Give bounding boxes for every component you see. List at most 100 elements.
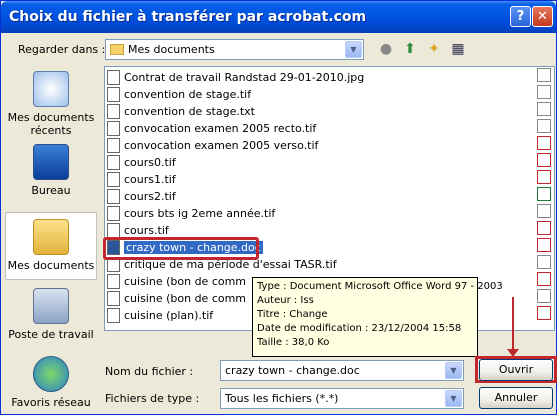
window-title: Choix du fichier à transférer par acroba… <box>9 9 367 25</box>
close-button[interactable]: ✕ <box>532 6 553 27</box>
image-file-icon <box>107 223 120 238</box>
look-in-value: Mes documents <box>128 43 215 56</box>
list-item[interactable]: cours1.tif <box>107 172 176 189</box>
file-name: cuisine (bon de comm <box>124 292 247 305</box>
image-file-icon <box>107 274 120 289</box>
pdf-file-icon[interactable] <box>537 153 551 167</box>
image-file-icon[interactable] <box>537 255 551 269</box>
up-folder-icon[interactable]: ⬆ <box>401 40 419 58</box>
image-file-icon <box>107 189 120 204</box>
image-file-icon <box>107 121 120 136</box>
list-item[interactable]: cuisine (bon de comm <box>107 291 246 308</box>
file-name: cours.tif <box>124 224 169 237</box>
word-file-icon[interactable] <box>537 102 551 116</box>
file-info-tooltip: Type : Document Microsoft Office Word 97… <box>252 277 503 357</box>
place-label: Mes documents <box>7 259 95 272</box>
cancel-button[interactable]: Annuler <box>479 387 553 409</box>
tooltip-type: Type : Document Microsoft Office Word 97… <box>257 281 503 292</box>
place-label: Poste de travail <box>8 328 94 341</box>
file-name: cours1.tif <box>124 173 176 186</box>
image-file-icon <box>107 172 120 187</box>
list-item[interactable]: cours bts ig 2eme année.tif <box>107 206 275 223</box>
excel-file-icon[interactable] <box>537 187 551 201</box>
filetype-value: Tous les fichiers (*.*) <box>225 392 339 405</box>
place-label: Mes documents récents <box>7 111 95 137</box>
desktop-icon <box>33 144 69 180</box>
chevron-down-icon[interactable]: ▼ <box>445 390 462 407</box>
file-name: convocation examen 2005 verso.tif <box>124 139 319 152</box>
image-file-icon[interactable] <box>537 204 551 218</box>
list-item[interactable]: cuisine (bon de comm <box>107 274 246 291</box>
filetype-label: Fichiers de type : <box>105 392 200 405</box>
chevron-down-icon[interactable]: ▼ <box>345 41 362 58</box>
file-name: convention de stage.tif <box>124 88 252 101</box>
my-documents-icon <box>33 219 69 255</box>
title-bar[interactable]: Choix du fichier à transférer par acroba… <box>1 1 556 33</box>
filename-input[interactable]: crazy town - change.doc ▼ <box>220 360 464 381</box>
tooltip-size: Taille : 38,0 Ko <box>257 337 330 348</box>
file-name: cuisine (plan).tif <box>124 309 214 322</box>
list-item[interactable]: convocation examen 2005 recto.tif <box>107 121 316 138</box>
selection-highlight-box <box>103 237 259 260</box>
image-file-icon <box>107 308 120 323</box>
new-folder-icon[interactable]: ✦ <box>425 40 443 58</box>
places-bar: Mes documents récents Bureau Mes documen… <box>5 66 97 411</box>
place-label: Favoris réseau <box>11 396 91 409</box>
list-item[interactable]: convention de stage.txt <box>107 104 255 121</box>
image-file-icon <box>107 291 120 306</box>
network-places-icon <box>33 356 69 392</box>
list-item[interactable]: cuisine (plan).tif <box>107 308 213 325</box>
tooltip-author: Auteur : Iss <box>257 295 314 306</box>
pdf-file-icon[interactable] <box>537 306 551 320</box>
look-in-dropdown[interactable]: Mes documents ▼ <box>105 39 364 60</box>
place-label: Bureau <box>31 184 71 197</box>
image-file-icon[interactable] <box>537 289 551 303</box>
open-button[interactable]: Ouvrir <box>479 359 553 381</box>
image-file-icon <box>107 87 120 102</box>
view-menu-icon[interactable]: ▦ <box>449 40 467 58</box>
list-item[interactable]: Contrat de travail Randstad 29-01-2010.j… <box>107 70 364 87</box>
list-item[interactable]: convention de stage.tif <box>107 87 251 104</box>
place-recent-documents[interactable]: Mes documents récents <box>5 71 97 137</box>
place-my-documents[interactable]: Mes documents <box>5 212 97 280</box>
image-file-icon <box>107 70 120 85</box>
recent-documents-icon <box>33 71 69 107</box>
chevron-down-icon[interactable]: ▼ <box>445 362 462 379</box>
text-file-icon <box>107 104 120 119</box>
image-file-icon <box>107 155 120 170</box>
file-name: cuisine (bon de comm <box>124 275 247 288</box>
pdf-file-icon[interactable] <box>537 136 551 150</box>
tooltip-modified: Date de modification : 23/12/2004 15:58 <box>257 323 462 334</box>
image-file-icon <box>107 206 120 221</box>
folder-icon <box>110 44 124 55</box>
place-desktop[interactable]: Bureau <box>5 144 97 197</box>
pdf-file-icon[interactable] <box>537 221 551 235</box>
help-button[interactable]: ? <box>510 6 531 27</box>
place-my-computer[interactable]: Poste de travail <box>5 288 97 341</box>
list-item[interactable]: cours2.tif <box>107 189 176 206</box>
list-item[interactable]: convocation examen 2005 verso.tif <box>107 138 318 155</box>
file-name: cours2.tif <box>124 190 176 203</box>
file-name: cours bts ig 2eme année.tif <box>124 207 276 220</box>
file-name: convention de stage.txt <box>124 105 255 118</box>
file-name: cours0.tif <box>124 156 176 169</box>
place-network[interactable]: Favoris réseau <box>5 356 97 409</box>
image-file-icon[interactable] <box>537 119 551 133</box>
file-name: Contrat de travail Randstad 29-01-2010.j… <box>124 71 365 84</box>
file-dialog: Choix du fichier à transférer par acroba… <box>0 0 557 415</box>
file-name: convocation examen 2005 recto.tif <box>124 122 317 135</box>
filetype-dropdown[interactable]: Tous les fichiers (*.*) ▼ <box>220 388 464 409</box>
image-file-icon <box>107 138 120 153</box>
word-file-icon[interactable] <box>537 85 551 99</box>
list-item[interactable]: cours0.tif <box>107 155 176 172</box>
look-in-label: Regarder dans : <box>18 43 106 56</box>
pdf-file-icon[interactable] <box>537 170 551 184</box>
back-icon[interactable]: ● <box>377 40 395 58</box>
word-file-icon[interactable] <box>537 68 551 82</box>
annotation-arrow <box>512 297 514 353</box>
tooltip-title: Titre : Change <box>257 309 328 320</box>
filename-value: crazy town - change.doc <box>225 364 360 377</box>
pdf-file-icon[interactable] <box>537 238 551 252</box>
filename-label: Nom du fichier : <box>105 365 194 378</box>
pdf-file-icon[interactable] <box>537 272 551 286</box>
